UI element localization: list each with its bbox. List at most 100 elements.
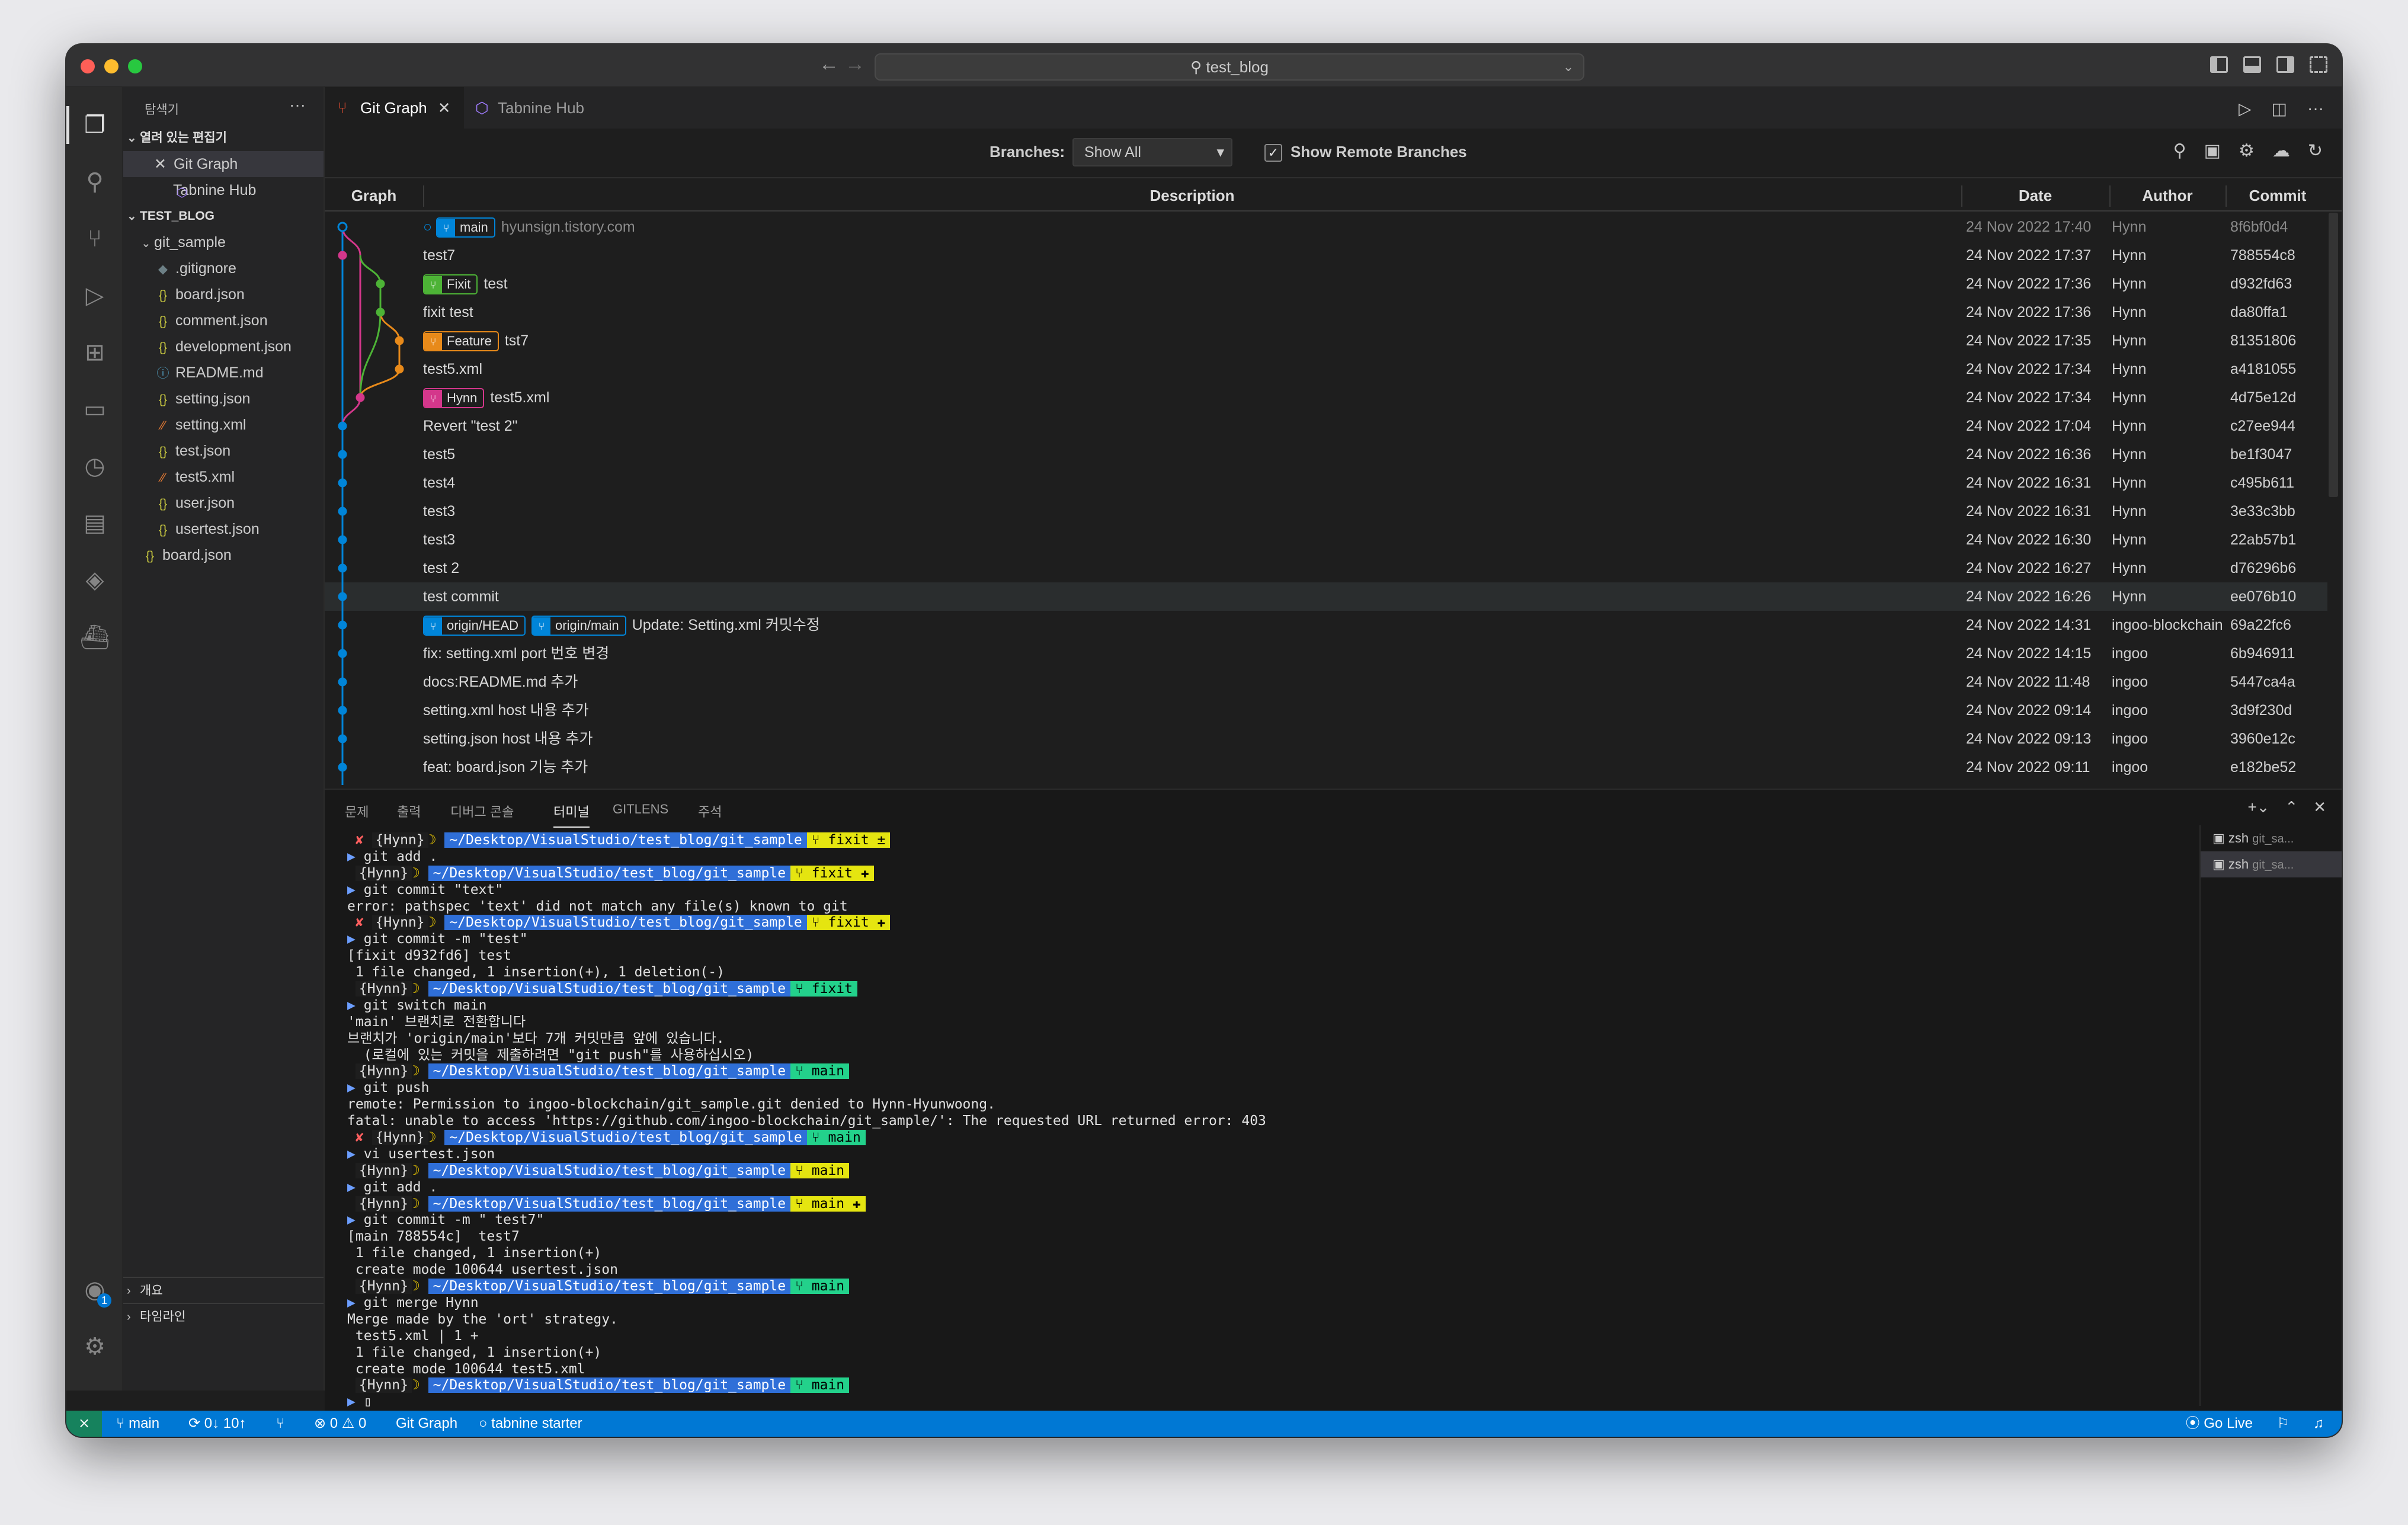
open-editor-tabnine-hub[interactable]: ⬡ Tabnine Hub xyxy=(123,177,324,203)
file-item[interactable]: {} development.json xyxy=(123,334,324,360)
status-sync[interactable]: ⟳ 0↓ 10↑ xyxy=(188,1411,246,1437)
commit-row[interactable]: setting.xml host 내용 추가 24 Nov 2022 09:14 i… xyxy=(325,696,2327,725)
file-item[interactable]: ⓘ README.md xyxy=(123,360,324,386)
column-author[interactable]: Author xyxy=(2109,180,2226,212)
run-debug-icon[interactable]: ▷ xyxy=(79,280,110,311)
panel-tab[interactable]: 터미널 xyxy=(553,802,590,828)
file-item[interactable]: {} user.json xyxy=(123,490,324,516)
commit-row[interactable]: ○ ⑂ main hyunsign.tistory.com 24 Nov 2022 1… xyxy=(325,213,2327,241)
panel-tab[interactable]: 디버그 콘솔 xyxy=(450,802,514,821)
branches-select[interactable]: Show All xyxy=(1072,138,1232,166)
refresh-icon[interactable]: ↻ xyxy=(2308,140,2323,161)
project-manager-icon[interactable]: ▤ xyxy=(79,508,110,539)
commit-row[interactable]: fixit test 24 Nov 2022 17:36 Hynn da80ffa1 xyxy=(325,298,2327,326)
toggle-panel-icon[interactable] xyxy=(2243,56,2261,73)
commit-row[interactable]: ⑂ Fixit test 24 Nov 2022 17:36 Hynn d932fd63 xyxy=(325,270,2327,298)
file-root-board-json[interactable]: {} board.json xyxy=(123,542,324,568)
back-arrow-icon[interactable]: ← xyxy=(819,53,839,76)
commit-node[interactable] xyxy=(376,307,385,317)
gitlens-icon[interactable]: ◈ xyxy=(79,565,110,595)
remote-indicator-icon[interactable]: ⨯ xyxy=(66,1411,102,1437)
open-editor-git-graph[interactable]: ✕⑂Git Graph xyxy=(123,151,2342,893)
commit-node[interactable] xyxy=(338,450,347,459)
tab-tabnine-hub[interactable]: ⬡ Tabnine Hub xyxy=(462,87,597,129)
manage-gear-icon[interactable]: ⚙ xyxy=(79,1331,110,1362)
status-go-live[interactable]: ⦿ Go Live xyxy=(2186,1411,2253,1437)
commit-node[interactable] xyxy=(338,535,347,544)
commit-node[interactable] xyxy=(338,620,347,630)
column-commit[interactable]: Commit xyxy=(2226,180,2330,212)
accounts-icon[interactable]: ◉ 1 xyxy=(79,1274,111,1308)
outline-section[interactable]: › 개요 xyxy=(123,1277,324,1303)
new-terminal-icon[interactable]: +⌄ xyxy=(2247,798,2269,816)
commit-row[interactable]: test3 24 Nov 2022 16:30 Hynn 22ab57b1 xyxy=(325,526,2327,554)
commit-node[interactable] xyxy=(338,592,347,601)
commit-row[interactable]: setting.json host 내용 추가 24 Nov 2022 09:13… xyxy=(325,725,2327,753)
close-panel-icon[interactable]: ✕ xyxy=(2313,798,2326,816)
terminal-icon[interactable]: ▣ xyxy=(2204,140,2221,161)
file-item[interactable]: {} setting.json xyxy=(123,386,324,412)
split-editor-icon[interactable]: ◫ xyxy=(2272,99,2287,118)
workspace-section[interactable]: ⌄ TEST_BLOG xyxy=(123,203,324,229)
git-history-icon[interactable]: ◷ xyxy=(79,451,110,482)
more-actions-icon[interactable]: ··· xyxy=(2307,99,2324,118)
explorer-icon[interactable]: ❐ xyxy=(66,106,110,144)
close-window-button[interactable] xyxy=(81,59,95,73)
command-center-search[interactable]: ⚲ test_blog ⌄ xyxy=(875,53,1584,81)
commit-row[interactable]: test3 24 Nov 2022 16:31 Hynn 3e33c3bb xyxy=(325,497,2327,526)
run-icon[interactable]: ▷ xyxy=(2239,99,2252,118)
terminal-output[interactable]: ✘ {Hynn} ☽ ~/Desktop/VisualStudio/test_bl… xyxy=(347,832,2208,1407)
commit-node[interactable] xyxy=(338,762,347,772)
panel-tab[interactable]: 출력 xyxy=(397,802,421,821)
commit-node[interactable] xyxy=(338,734,347,744)
file-item[interactable]: {} comment.json xyxy=(123,307,324,334)
commit-row[interactable]: feat: board.json 기능 추가 24 Nov 2022 09:11 i… xyxy=(325,753,2327,781)
status-git-graph[interactable]: Git Graph xyxy=(396,1411,457,1437)
panel-tab[interactable]: GITLENS xyxy=(613,802,668,817)
toggle-secondary-sidebar-icon[interactable] xyxy=(2276,56,2294,73)
commit-row[interactable]: test5.xml 24 Nov 2022 17:34 Hynn a4181055 xyxy=(325,355,2327,383)
commit-row[interactable]: test 2 24 Nov 2022 16:27 Hynn d76296b6 xyxy=(325,554,2327,582)
commit-node[interactable] xyxy=(338,478,347,488)
commit-row[interactable]: ⑂ origin/HEAD ⑂ origin/main Update: Setting.… xyxy=(325,611,2327,639)
search-icon[interactable]: ⚲ xyxy=(2173,140,2186,161)
commit-row[interactable]: Revert "test 2" 24 Nov 2022 17:04 Hynn c27e… xyxy=(325,412,2327,440)
commit-node[interactable] xyxy=(395,364,404,374)
commit-node[interactable] xyxy=(338,706,347,715)
commit-row[interactable]: ⑂ Feature tst7 24 Nov 2022 17:35 Hynn 8135180… xyxy=(325,326,2327,355)
extensions-icon[interactable]: ⊞ xyxy=(79,337,110,368)
column-description[interactable]: Description xyxy=(423,180,1961,212)
commit-node[interactable] xyxy=(338,677,347,687)
branch-ref-label[interactable]: ⑂ Hynn xyxy=(423,388,485,409)
customize-layout-icon[interactable] xyxy=(2310,56,2327,73)
file-item[interactable]: ⁄⁄ setting.xml xyxy=(123,412,324,438)
zoom-window-button[interactable] xyxy=(128,59,142,73)
commit-node[interactable] xyxy=(337,222,348,232)
commit-node[interactable] xyxy=(338,421,347,431)
open-editors-section[interactable]: ⌄ 열려 있는 편집기 xyxy=(123,125,324,151)
branch-ref-label[interactable]: ⑂ origin/HEAD xyxy=(423,616,526,636)
fetch-cloud-icon[interactable]: ☁ xyxy=(2272,140,2290,161)
commit-row[interactable]: docs:README.md 추가 24 Nov 2022 11:48 ingoo 5… xyxy=(325,668,2327,696)
commit-node[interactable] xyxy=(356,393,365,402)
search-icon[interactable]: ⚲ xyxy=(79,166,110,197)
commit-node[interactable] xyxy=(338,563,347,573)
panel-tab[interactable]: 주석 xyxy=(698,802,722,821)
commit-row[interactable]: test5 24 Nov 2022 16:36 Hynn be1f3047 xyxy=(325,440,2327,469)
remote-explorer-icon[interactable]: ▭ xyxy=(79,394,110,425)
file-item[interactable]: ⁄⁄ test5.xml xyxy=(123,464,324,490)
folder-git-sample[interactable]: ⌄ git_sample xyxy=(123,229,324,255)
terminal-item[interactable]: ▣ zsh git_sa... xyxy=(2201,825,2342,851)
scrollbar[interactable] xyxy=(2329,213,2338,497)
show-remote-checkbox[interactable]: ✓ xyxy=(1264,144,1282,162)
close-icon[interactable]: ✕ xyxy=(154,156,166,172)
commit-row[interactable]: test7 24 Nov 2022 17:37 Hynn 788554c8 xyxy=(325,241,2327,270)
file-item[interactable]: {} usertest.json xyxy=(123,516,324,542)
file-item[interactable]: ◆ .gitignore xyxy=(123,255,324,281)
forward-arrow-icon[interactable]: → xyxy=(845,53,865,76)
column-date[interactable]: Date xyxy=(1961,180,2109,212)
branch-ref-label[interactable]: ⑂ main xyxy=(436,217,495,238)
commit-node[interactable] xyxy=(338,251,347,260)
notifications-bell-icon[interactable]: ♫ xyxy=(2313,1411,2324,1437)
maximize-panel-icon[interactable]: ⌃ xyxy=(2285,798,2298,816)
